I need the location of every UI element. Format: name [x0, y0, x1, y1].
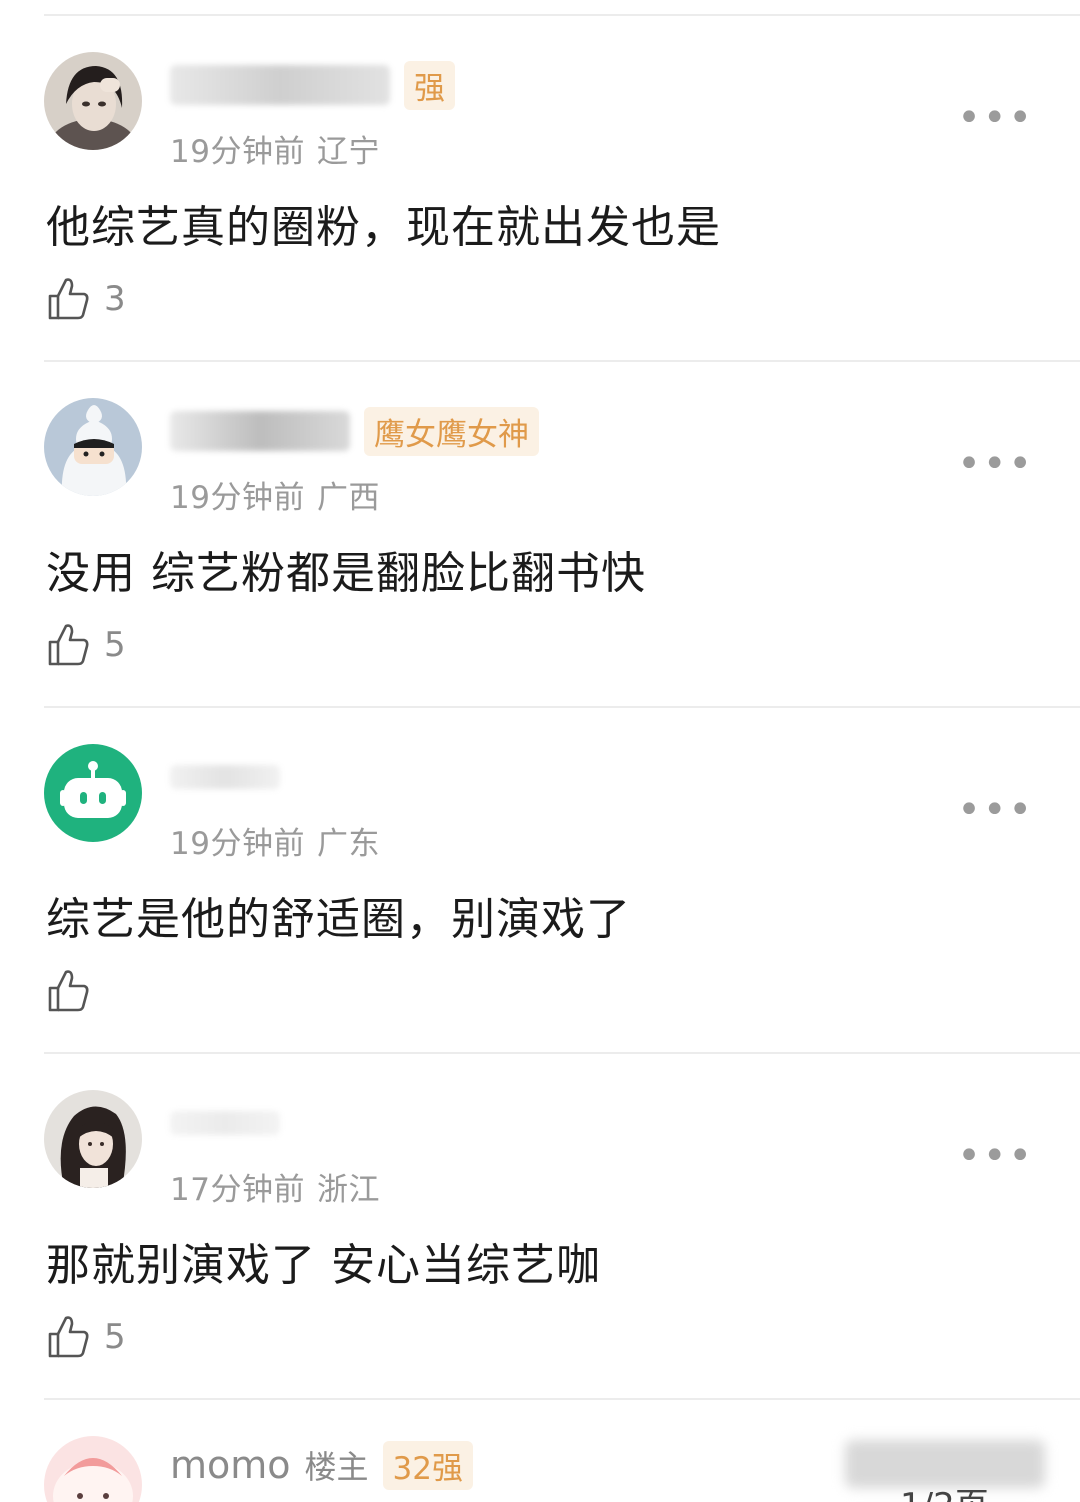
username-blurred[interactable]	[170, 1111, 280, 1135]
comment-region: 辽宁	[316, 134, 380, 170]
thumbs-up-icon	[48, 624, 89, 666]
comment-meta: 19分钟前 辽宁	[170, 126, 380, 171]
comment-item: 17分钟前 浙江 ••• 那就别演戏了 安心当综艺咖 5	[0, 1054, 1080, 1399]
username-blurred[interactable]	[170, 65, 390, 105]
comment-time: 19分钟前	[170, 480, 305, 516]
thumbs-up-icon	[48, 278, 89, 320]
like-button[interactable]: 5	[46, 1309, 126, 1365]
username-row: momo 楼主 32强	[170, 1440, 473, 1490]
more-dots-icon[interactable]: •••	[957, 444, 1034, 484]
comment-text: 那就别演戏了 安心当综艺咖	[46, 1240, 601, 1291]
owner-tag: 楼主	[304, 1448, 369, 1486]
comment-text: 没用 综艺粉都是翻脸比翻书快	[46, 548, 646, 599]
avatar[interactable]	[44, 52, 142, 150]
thumbs-up-icon	[48, 1316, 89, 1358]
comment-region: 广西	[316, 480, 380, 516]
username-row	[170, 1098, 280, 1148]
avatar[interactable]	[44, 1090, 142, 1188]
avatar[interactable]	[44, 744, 142, 842]
comment-meta: 19分钟前 广西	[170, 472, 380, 517]
comment-meta: 17分钟前 浙江	[170, 1164, 380, 1209]
comment-region: 浙江	[316, 1172, 380, 1208]
username-row	[170, 752, 280, 802]
username-row: 鹰女鹰女神	[170, 406, 539, 456]
comment-item: 强 19分钟前 辽宁 ••• 他综艺真的圈粉，现在就出发也是 3	[0, 16, 1080, 361]
username-blurred[interactable]	[170, 411, 350, 451]
username-blurred[interactable]	[170, 765, 280, 789]
avatar[interactable]	[44, 1436, 142, 1502]
comment-time: 19分钟前	[170, 826, 305, 862]
more-dots-icon[interactable]: •••	[957, 98, 1034, 138]
rank-badge: 32强	[382, 1440, 473, 1490]
avatar[interactable]	[44, 398, 142, 496]
comment-item: 19分钟前 广东 ••• 综艺是他的舒适圈，别演戏了	[0, 708, 1080, 1053]
like-count: 3	[104, 279, 126, 319]
comment-time: 17分钟前	[170, 1172, 305, 1208]
comment-text: 他综艺真的圈粉，现在就出发也是	[46, 202, 721, 253]
comment-text: 综艺是他的舒适圈，别演戏了	[46, 894, 631, 945]
like-button[interactable]: 5	[46, 617, 126, 673]
like-button[interactable]: 3	[46, 271, 126, 327]
divider	[44, 1398, 1080, 1400]
username-row: 强	[170, 60, 455, 110]
fan-badge: 鹰女鹰女神	[364, 406, 539, 456]
fan-badge: 强	[404, 60, 455, 110]
like-count: 5	[104, 625, 126, 665]
thumbs-up-icon	[48, 970, 89, 1012]
comment-time: 19分钟前	[170, 134, 305, 170]
more-dots-icon[interactable]: •••	[957, 1136, 1034, 1176]
more-dots-icon[interactable]: •••	[957, 790, 1034, 830]
comment-item: 鹰女鹰女神 19分钟前 广西 ••• 没用 综艺粉都是翻脸比翻书快 5	[0, 362, 1080, 707]
page-indicator[interactable]: 1/2页	[900, 1478, 989, 1502]
comment-meta: 19分钟前 广东	[170, 818, 380, 863]
like-count: 5	[104, 1317, 126, 1357]
comment-region: 广东	[316, 826, 380, 862]
username[interactable]: momo	[170, 1443, 291, 1487]
like-button[interactable]	[46, 963, 104, 1019]
